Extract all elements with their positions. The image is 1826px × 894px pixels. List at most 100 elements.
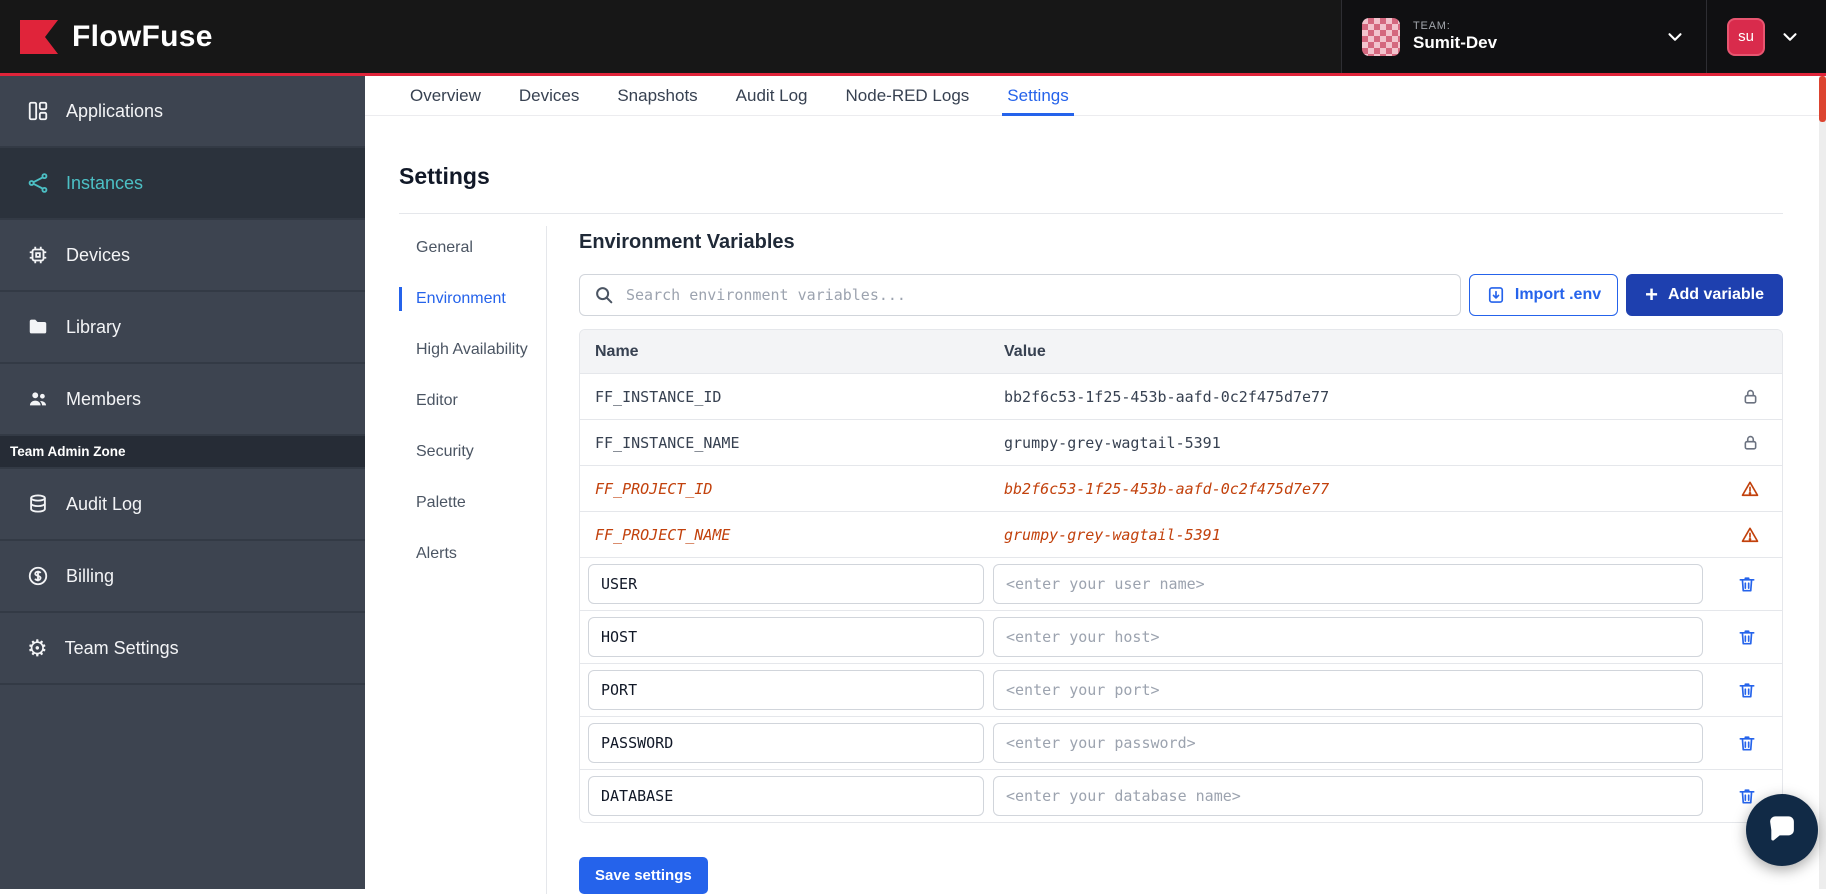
user-menu[interactable]: su bbox=[1706, 0, 1826, 73]
search-input[interactable] bbox=[579, 274, 1461, 316]
delete-variable-button[interactable] bbox=[1733, 676, 1761, 704]
subnav-palette[interactable]: Palette bbox=[399, 491, 546, 515]
tab-overview[interactable]: Overview bbox=[410, 76, 481, 115]
save-settings-button[interactable]: Save settings bbox=[579, 857, 708, 894]
subnav-alerts[interactable]: Alerts bbox=[399, 542, 546, 566]
row-action-cell bbox=[1718, 433, 1782, 452]
sidebar-item-audit-log[interactable]: Audit Log bbox=[0, 469, 365, 541]
sidebar-item-label: Audit Log bbox=[66, 494, 142, 515]
trash-icon bbox=[1737, 574, 1757, 594]
add-variable-button[interactable]: + Add variable bbox=[1626, 274, 1783, 316]
flowfuse-logo-icon[interactable] bbox=[18, 18, 60, 56]
sidebar-item-instances[interactable]: Instances bbox=[0, 148, 365, 220]
sidebar-item-library[interactable]: Library bbox=[0, 292, 365, 364]
audit-log-icon bbox=[27, 493, 49, 515]
env-var-row bbox=[580, 557, 1782, 610]
env-var-name: FF_INSTANCE_NAME bbox=[580, 434, 1004, 452]
env-name-input[interactable] bbox=[588, 617, 984, 657]
env-var-name: FF_PROJECT_ID bbox=[580, 480, 1004, 498]
env-var-row: FF_PROJECT_NAME grumpy-grey-wagtail-5391 bbox=[580, 511, 1782, 557]
instance-tabs: Overview Devices Snapshots Audit Log Nod… bbox=[365, 76, 1819, 116]
tab-devices[interactable]: Devices bbox=[519, 76, 579, 115]
topbar-right: TEAM: Sumit-Dev su bbox=[1341, 0, 1826, 73]
environment-section: Environment Variables Import .env bbox=[547, 226, 1783, 894]
env-var-row bbox=[580, 769, 1782, 822]
topbar: FlowFuse TEAM: Sumit-Dev su bbox=[0, 0, 1826, 76]
sidebar-item-billing[interactable]: Billing bbox=[0, 541, 365, 613]
env-name-input[interactable] bbox=[588, 670, 984, 710]
subnav-general[interactable]: General bbox=[399, 236, 546, 260]
env-name-input[interactable] bbox=[588, 776, 984, 816]
scrollbar-track bbox=[1819, 76, 1826, 889]
title-divider bbox=[399, 213, 1783, 214]
row-action-cell bbox=[1718, 479, 1782, 499]
lock-icon bbox=[1741, 433, 1760, 452]
team-avatar bbox=[1362, 18, 1400, 56]
team-label: TEAM: bbox=[1413, 20, 1497, 33]
sidebar-item-applications[interactable]: Applications bbox=[0, 76, 365, 148]
billing-icon bbox=[27, 565, 49, 587]
download-icon bbox=[1486, 285, 1506, 305]
team-selector[interactable]: TEAM: Sumit-Dev bbox=[1341, 0, 1706, 73]
delete-variable-button[interactable] bbox=[1733, 729, 1761, 757]
scrollbar-thumb[interactable] bbox=[1819, 76, 1826, 122]
sidebar-item-label: Applications bbox=[66, 101, 163, 122]
env-table: Name Value FF_INSTANCE_ID bb2f6c53-1f25-… bbox=[579, 329, 1783, 823]
env-value-input[interactable] bbox=[993, 670, 1703, 710]
trash-icon bbox=[1737, 786, 1757, 806]
team-admin-zone-label: Team Admin Zone bbox=[0, 436, 365, 469]
env-var-value: bb2f6c53-1f25-453b-aafd-0c2f475d7e77 bbox=[1004, 388, 1718, 406]
plus-icon: + bbox=[1645, 284, 1658, 306]
user-avatar: su bbox=[1727, 18, 1765, 56]
subnav-editor[interactable]: Editor bbox=[399, 389, 546, 413]
env-value-input[interactable] bbox=[993, 564, 1703, 604]
settings-content: Settings General Environment High Availa… bbox=[365, 116, 1819, 889]
column-header-value: Value bbox=[1004, 343, 1718, 361]
sidebar-item-label: Team Settings bbox=[65, 638, 179, 659]
sidebar-item-label: Instances bbox=[66, 173, 143, 194]
applications-icon bbox=[27, 100, 49, 122]
env-var-name: FF_INSTANCE_ID bbox=[580, 388, 1004, 406]
chevron-down-icon bbox=[1779, 26, 1801, 48]
delete-variable-button[interactable] bbox=[1733, 570, 1761, 598]
team-meta: TEAM: Sumit-Dev bbox=[1413, 20, 1497, 54]
env-value-input[interactable] bbox=[993, 617, 1703, 657]
subnav-environment[interactable]: Environment bbox=[399, 287, 546, 311]
tab-node-red-logs[interactable]: Node-RED Logs bbox=[846, 76, 970, 115]
sidebar-item-team-settings[interactable]: ⚙ Team Settings bbox=[0, 613, 365, 685]
row-action-cell bbox=[1712, 676, 1782, 704]
env-value-input[interactable] bbox=[993, 723, 1703, 763]
sidebar-item-devices[interactable]: Devices bbox=[0, 220, 365, 292]
env-var-row bbox=[580, 663, 1782, 716]
chat-icon bbox=[1763, 811, 1801, 849]
gear-icon: ⚙ bbox=[27, 637, 48, 660]
tab-snapshots[interactable]: Snapshots bbox=[617, 76, 697, 115]
subnav-security[interactable]: Security bbox=[399, 440, 546, 464]
env-toolbar: Import .env + Add variable bbox=[579, 274, 1783, 316]
import-env-button[interactable]: Import .env bbox=[1469, 274, 1618, 316]
tab-audit-log[interactable]: Audit Log bbox=[736, 76, 808, 115]
search-icon bbox=[593, 284, 615, 306]
env-value-input[interactable] bbox=[993, 776, 1703, 816]
column-header-name: Name bbox=[580, 343, 1004, 361]
env-name-input[interactable] bbox=[588, 564, 984, 604]
row-action-cell bbox=[1712, 623, 1782, 651]
env-var-value: grumpy-grey-wagtail-5391 bbox=[1004, 526, 1718, 544]
env-name-input[interactable] bbox=[588, 723, 984, 763]
brand: FlowFuse bbox=[0, 0, 1341, 73]
delete-variable-button[interactable] bbox=[1733, 623, 1761, 651]
sidebar-item-label: Members bbox=[66, 389, 141, 410]
tab-settings[interactable]: Settings bbox=[1007, 76, 1068, 115]
devices-icon bbox=[27, 244, 49, 266]
row-action-cell bbox=[1712, 570, 1782, 598]
chat-widget-button[interactable] bbox=[1746, 794, 1818, 866]
lock-icon bbox=[1741, 387, 1760, 406]
main-area: Overview Devices Snapshots Audit Log Nod… bbox=[365, 76, 1819, 889]
sidebar-item-members[interactable]: Members bbox=[0, 364, 365, 436]
team-name: Sumit-Dev bbox=[1413, 33, 1497, 53]
sidebar-item-label: Library bbox=[66, 317, 121, 338]
subnav-high-availability[interactable]: High Availability bbox=[399, 338, 546, 362]
trash-icon bbox=[1737, 627, 1757, 647]
row-action-cell bbox=[1712, 729, 1782, 757]
row-action-cell bbox=[1718, 387, 1782, 406]
